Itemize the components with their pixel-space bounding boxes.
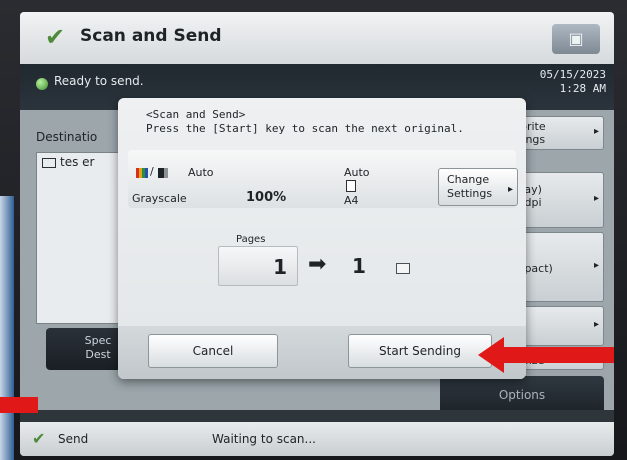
pages-label: Pages bbox=[236, 234, 266, 245]
job-status-text: Waiting to scan... bbox=[212, 432, 316, 446]
scan-size-value: Auto bbox=[344, 166, 370, 179]
status-ready-icon bbox=[36, 78, 48, 90]
destination-list-item-label: tes er bbox=[60, 155, 95, 169]
chevron-right-icon: ▸ bbox=[593, 193, 599, 204]
title-bar: ✔ Scan and Send ▣ bbox=[20, 12, 614, 64]
document-icon bbox=[396, 263, 410, 274]
scan-send-icon: ✔ bbox=[44, 23, 66, 51]
pages-sent: 1 bbox=[352, 254, 366, 278]
options-button[interactable]: Options bbox=[440, 376, 604, 414]
bottom-bar: ✔ Send Waiting to scan... bbox=[20, 422, 614, 456]
paper-icon bbox=[346, 180, 356, 192]
device-side-edge bbox=[0, 196, 14, 460]
change-label: Change bbox=[447, 173, 490, 186]
paper-size: A4 bbox=[344, 194, 359, 207]
start-sending-button[interactable]: Start Sending bbox=[348, 334, 492, 368]
device-info-button[interactable]: ▣ bbox=[552, 24, 600, 54]
arrow-right-icon: ➡ bbox=[308, 252, 327, 277]
settings-label: Settings bbox=[447, 187, 493, 200]
send-label: Send bbox=[58, 432, 89, 446]
chevron-right-icon: ▸ bbox=[593, 260, 599, 271]
destination-label: Destinatio bbox=[36, 130, 98, 144]
divider-strip bbox=[20, 410, 614, 422]
chevron-right-icon: ▸ bbox=[593, 319, 599, 330]
dialog-message: Press the [Start] key to scan the next o… bbox=[146, 122, 464, 135]
dialog-title: <Scan and Send> bbox=[146, 108, 246, 121]
destination-list-item[interactable]: tes er bbox=[42, 155, 94, 169]
pages-scanned: 1 bbox=[218, 246, 298, 286]
annotation-arrow bbox=[478, 337, 614, 373]
color-mode-value: Auto bbox=[188, 166, 214, 179]
chevron-right-icon: ▸ bbox=[593, 126, 599, 137]
color-mode-label: Grayscale bbox=[132, 192, 187, 205]
status-date: 05/15/2023 bbox=[539, 68, 606, 81]
zoom-ratio: 100% bbox=[246, 190, 287, 205]
send-icon: ✔ bbox=[32, 429, 46, 448]
cancel-button[interactable]: Cancel bbox=[148, 334, 278, 368]
change-settings-button[interactable]: Change Settings ▸ bbox=[438, 168, 518, 206]
scan-next-dialog: <Scan and Send> Press the [Start] key to… bbox=[118, 98, 526, 379]
status-message: Ready to send. bbox=[54, 74, 144, 88]
color-mode-icon: / bbox=[136, 165, 170, 178]
address-icon bbox=[42, 157, 56, 168]
chevron-right-icon: ▸ bbox=[507, 184, 513, 195]
touch-screen: ✔ Scan and Send ▣ Ready to send. 05/15/2… bbox=[20, 12, 614, 456]
annotation-marker bbox=[0, 397, 38, 413]
app-title: Scan and Send bbox=[80, 26, 222, 46]
status-time: 1:28 AM bbox=[559, 82, 606, 95]
